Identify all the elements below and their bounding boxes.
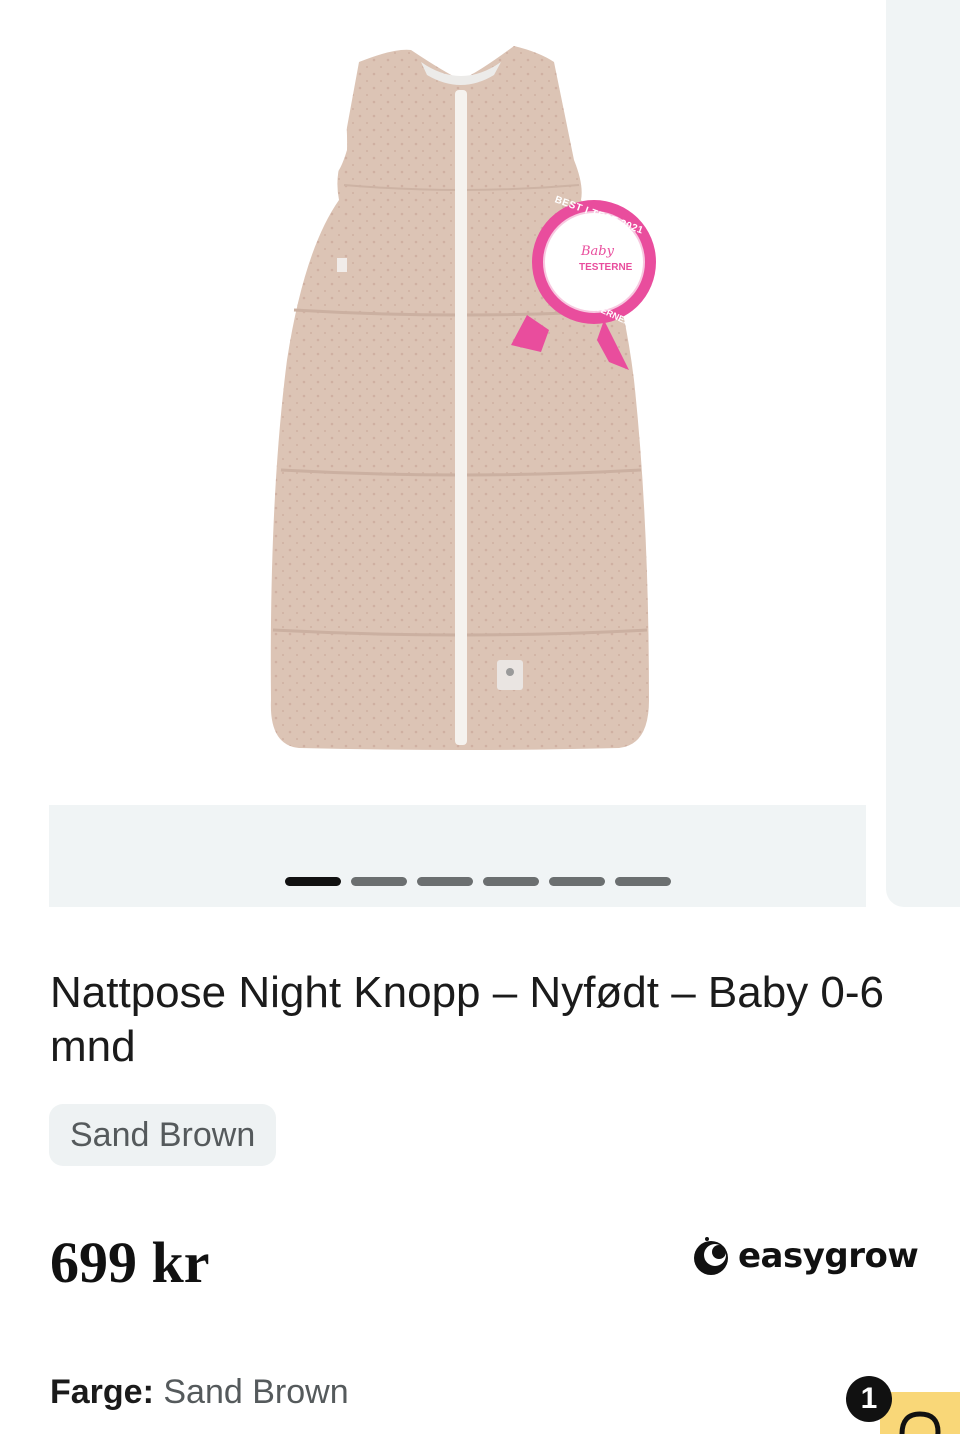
pagination-dot[interactable]: [615, 877, 671, 886]
gallery-pagination: [285, 877, 671, 886]
chat-icon: [899, 1411, 941, 1434]
color-chip[interactable]: Sand Brown: [49, 1104, 277, 1166]
pagination-dot[interactable]: [483, 877, 539, 886]
sleeping-bag-image: [270, 40, 656, 750]
color-label: Farge:: [50, 1373, 154, 1411]
pagination-dot[interactable]: [549, 877, 605, 886]
zipper: [455, 90, 467, 745]
notification-badge: 1: [846, 1376, 892, 1422]
product-image-gallery[interactable]: BEST I TEST 2021 Baby TESTERNE BABYTESTE…: [49, 0, 866, 907]
pagination-dot[interactable]: [351, 877, 407, 886]
color-value: Sand Brown: [163, 1373, 349, 1411]
selected-color: Farge: Sand Brown: [50, 1370, 349, 1414]
easygrow-logo-icon: [694, 1237, 728, 1275]
next-slide-peek[interactable]: [886, 0, 960, 907]
product-title: Nattpose Night Knopp – Nyfødt – Baby 0-6…: [50, 968, 885, 1071]
pagination-dot[interactable]: [285, 877, 341, 886]
product-photo: BEST I TEST 2021 Baby TESTERNE BABYTESTE…: [49, 0, 866, 805]
brand-logo[interactable]: easygrow: [690, 1232, 919, 1280]
chat-button[interactable]: [880, 1392, 960, 1434]
pagination-dot[interactable]: [417, 877, 473, 886]
brand-name: easygrow: [738, 1236, 919, 1276]
product-price: 699 kr: [50, 1230, 210, 1295]
